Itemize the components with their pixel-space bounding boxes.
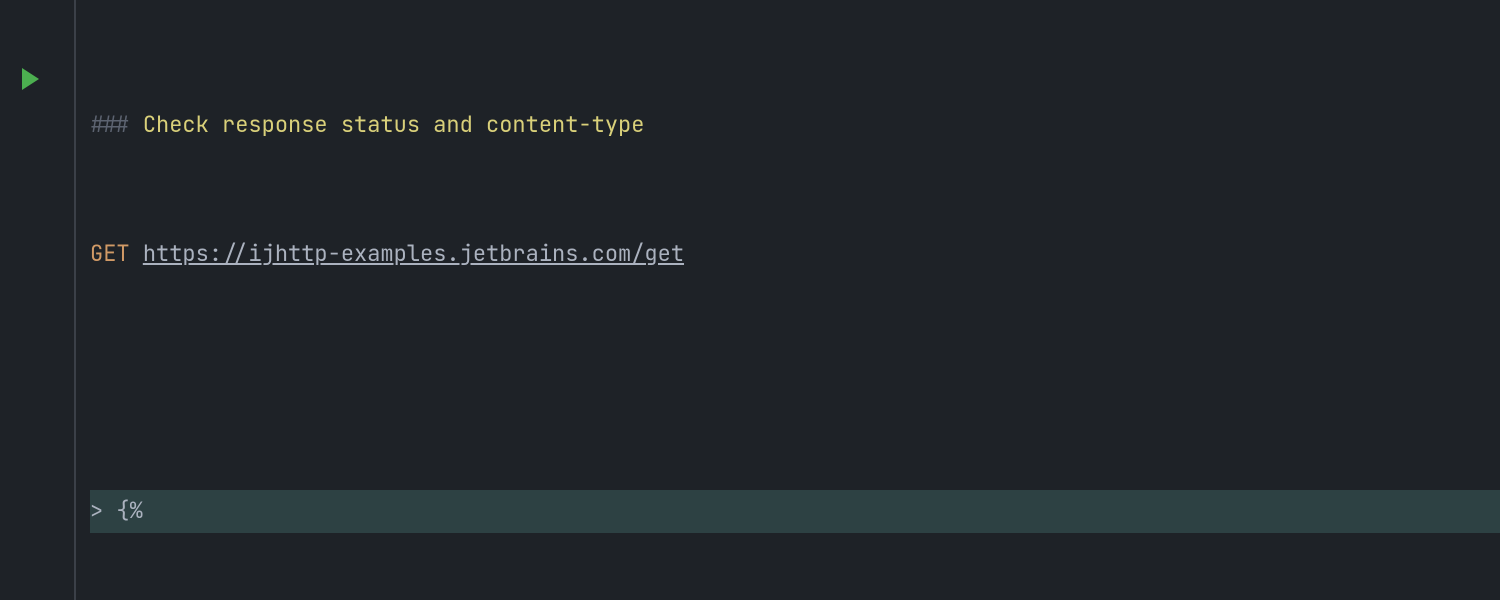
http-url[interactable]: https://ijhttp-examples.jetbrains.com/ge… (143, 239, 684, 268)
code-editor[interactable]: ### Check response status and content-ty… (76, 0, 1500, 600)
editor-gutter (0, 0, 76, 600)
code-line-blank (90, 361, 1500, 404)
run-request-icon[interactable] (22, 68, 39, 90)
script-open-arrow: > (90, 496, 103, 525)
code-line: GET https://ijhttp-examples.jetbrains.co… (90, 233, 1500, 276)
comment-marker: ### (90, 110, 143, 139)
code-line: > {% (90, 490, 1500, 533)
code-line: ### Check response status and content-ty… (90, 104, 1500, 147)
http-method: GET (90, 239, 130, 268)
script-open-brace: {% (116, 496, 142, 525)
comment-text: Check response status and content-type (143, 110, 645, 139)
